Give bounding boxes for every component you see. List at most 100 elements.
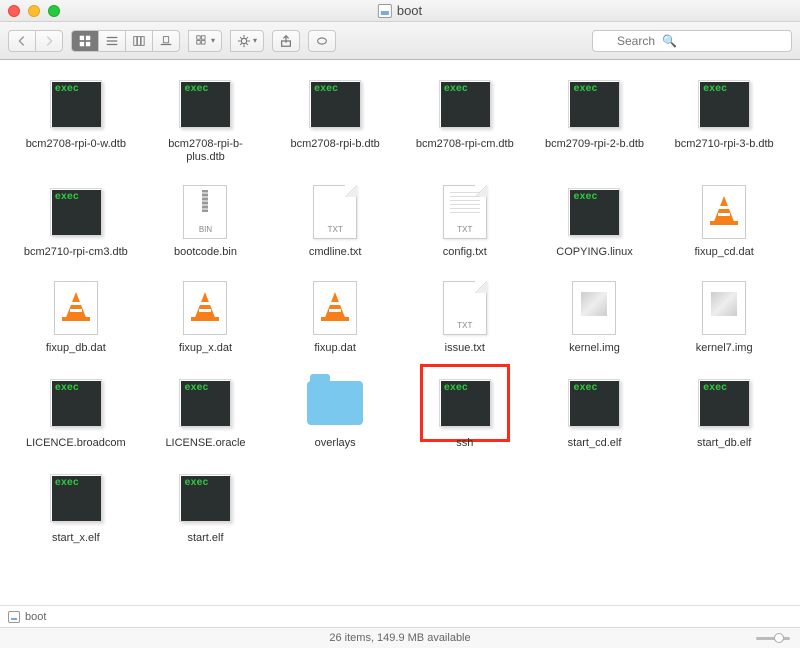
file-label: start.elf bbox=[187, 532, 223, 545]
file-label: start_cd.elf bbox=[568, 437, 622, 450]
txt-file-icon bbox=[433, 186, 497, 238]
arrange-group: ▾ bbox=[188, 30, 222, 52]
file-item[interactable]: start_x.elf bbox=[16, 468, 136, 545]
file-icon-wrap bbox=[558, 182, 630, 242]
grid-icon bbox=[78, 34, 92, 48]
file-item[interactable]: fixup.dat bbox=[275, 278, 395, 355]
file-icon-wrap bbox=[429, 373, 501, 433]
columns-icon bbox=[132, 34, 146, 48]
toolbar: ▾ ▾ 🔍 bbox=[0, 22, 800, 60]
list-view-button[interactable] bbox=[98, 30, 126, 52]
file-label: start_x.elf bbox=[52, 532, 100, 545]
file-icon-wrap bbox=[40, 74, 112, 134]
action-group: ▾ bbox=[230, 30, 264, 52]
file-item[interactable]: LICENCE.broadcom bbox=[16, 373, 136, 450]
exec-icon bbox=[44, 472, 108, 524]
file-item[interactable]: bcm2708-rpi-b.dtb bbox=[275, 74, 395, 164]
file-item[interactable]: cmdline.txt bbox=[275, 182, 395, 259]
file-item[interactable]: fixup_cd.dat bbox=[664, 182, 784, 259]
file-label: fixup_cd.dat bbox=[694, 246, 753, 259]
close-window-button[interactable] bbox=[8, 5, 20, 17]
file-item[interactable]: bcm2709-rpi-2-b.dtb bbox=[535, 74, 655, 164]
file-icon-wrap bbox=[558, 373, 630, 433]
image-file-icon bbox=[692, 282, 756, 334]
file-item[interactable]: LICENSE.oracle bbox=[146, 373, 266, 450]
tags-button[interactable] bbox=[308, 30, 336, 52]
coverflow-view-button[interactable] bbox=[152, 30, 180, 52]
file-item[interactable]: bcm2710-rpi-cm3.dtb bbox=[16, 182, 136, 259]
file-item[interactable]: fixup_x.dat bbox=[146, 278, 266, 355]
file-item[interactable]: kernel.img bbox=[535, 278, 655, 355]
action-button[interactable]: ▾ bbox=[230, 30, 264, 52]
pathbar-volume[interactable]: boot bbox=[25, 611, 46, 623]
forward-button[interactable] bbox=[35, 30, 63, 52]
arrange-button[interactable]: ▾ bbox=[188, 30, 222, 52]
file-label: COPYING.linux bbox=[556, 246, 632, 259]
chevron-left-icon bbox=[15, 34, 29, 48]
exec-icon bbox=[562, 377, 626, 429]
file-item[interactable]: bcm2708-rpi-cm.dtb bbox=[405, 74, 525, 164]
file-label: LICENSE.oracle bbox=[165, 437, 245, 450]
file-icon-wrap bbox=[429, 278, 501, 338]
vlc-cone-icon bbox=[303, 282, 367, 334]
back-button[interactable] bbox=[8, 30, 36, 52]
txt-file-icon bbox=[433, 282, 497, 334]
share-button[interactable] bbox=[272, 30, 300, 52]
exec-icon bbox=[173, 78, 237, 130]
volume-icon bbox=[8, 611, 20, 623]
slider-track bbox=[756, 637, 790, 640]
exec-icon bbox=[433, 78, 497, 130]
window-controls bbox=[0, 5, 60, 17]
file-icon-wrap bbox=[299, 74, 371, 134]
file-label: overlays bbox=[315, 437, 356, 450]
file-label: issue.txt bbox=[445, 342, 485, 355]
view-mode-buttons bbox=[71, 30, 180, 52]
slider-thumb[interactable] bbox=[774, 633, 784, 643]
txt-file-icon bbox=[303, 186, 367, 238]
file-item[interactable]: COPYING.linux bbox=[535, 182, 655, 259]
file-item[interactable]: ssh bbox=[405, 373, 525, 450]
exec-icon bbox=[692, 78, 756, 130]
minimize-window-button[interactable] bbox=[28, 5, 40, 17]
file-item[interactable]: BINbootcode.bin bbox=[146, 182, 266, 259]
search-field: 🔍 bbox=[592, 30, 792, 52]
exec-icon bbox=[44, 377, 108, 429]
file-item[interactable]: start.elf bbox=[146, 468, 266, 545]
file-label: bcm2708-rpi-0-w.dtb bbox=[26, 138, 126, 151]
file-item[interactable]: start_cd.elf bbox=[535, 373, 655, 450]
search-input[interactable] bbox=[592, 30, 792, 52]
file-icon-wrap bbox=[558, 278, 630, 338]
file-item[interactable]: bcm2710-rpi-3-b.dtb bbox=[664, 74, 784, 164]
coverflow-icon bbox=[159, 34, 173, 48]
file-grid: bcm2708-rpi-0-w.dtb bcm2708-rpi-b-plus.dt… bbox=[16, 74, 784, 545]
file-item[interactable]: kernel7.img bbox=[664, 278, 784, 355]
file-grid-container[interactable]: bcm2708-rpi-0-w.dtb bcm2708-rpi-b-plus.dt… bbox=[0, 60, 800, 605]
exec-icon bbox=[44, 78, 108, 130]
column-view-button[interactable] bbox=[125, 30, 153, 52]
file-label: fixup_x.dat bbox=[179, 342, 232, 355]
file-item[interactable]: start_db.elf bbox=[664, 373, 784, 450]
status-text: 26 items, 149.9 MB available bbox=[329, 632, 470, 644]
file-item[interactable]: bcm2708-rpi-0-w.dtb bbox=[16, 74, 136, 164]
file-label: fixup_db.dat bbox=[46, 342, 106, 355]
zoom-window-button[interactable] bbox=[48, 5, 60, 17]
file-item[interactable]: bcm2708-rpi-b-plus.dtb bbox=[146, 74, 266, 164]
file-item[interactable]: config.txt bbox=[405, 182, 525, 259]
vlc-cone-icon bbox=[173, 282, 237, 334]
file-label: bcm2708-rpi-b.dtb bbox=[291, 138, 380, 151]
file-icon-wrap bbox=[169, 278, 241, 338]
file-item[interactable]: issue.txt bbox=[405, 278, 525, 355]
file-item[interactable]: fixup_db.dat bbox=[16, 278, 136, 355]
icon-size-slider[interactable] bbox=[756, 637, 790, 640]
exec-icon bbox=[562, 78, 626, 130]
file-item[interactable]: overlays bbox=[275, 373, 395, 450]
file-icon-wrap bbox=[688, 373, 760, 433]
icon-view-button[interactable] bbox=[71, 30, 99, 52]
tag-icon bbox=[315, 34, 329, 48]
pathbar: boot bbox=[0, 605, 800, 627]
window-title-text: boot bbox=[397, 3, 422, 18]
file-label: bcm2710-rpi-cm3.dtb bbox=[24, 246, 128, 259]
file-label: LICENCE.broadcom bbox=[26, 437, 126, 450]
volume-icon bbox=[378, 4, 392, 18]
file-icon-wrap: BIN bbox=[169, 182, 241, 242]
